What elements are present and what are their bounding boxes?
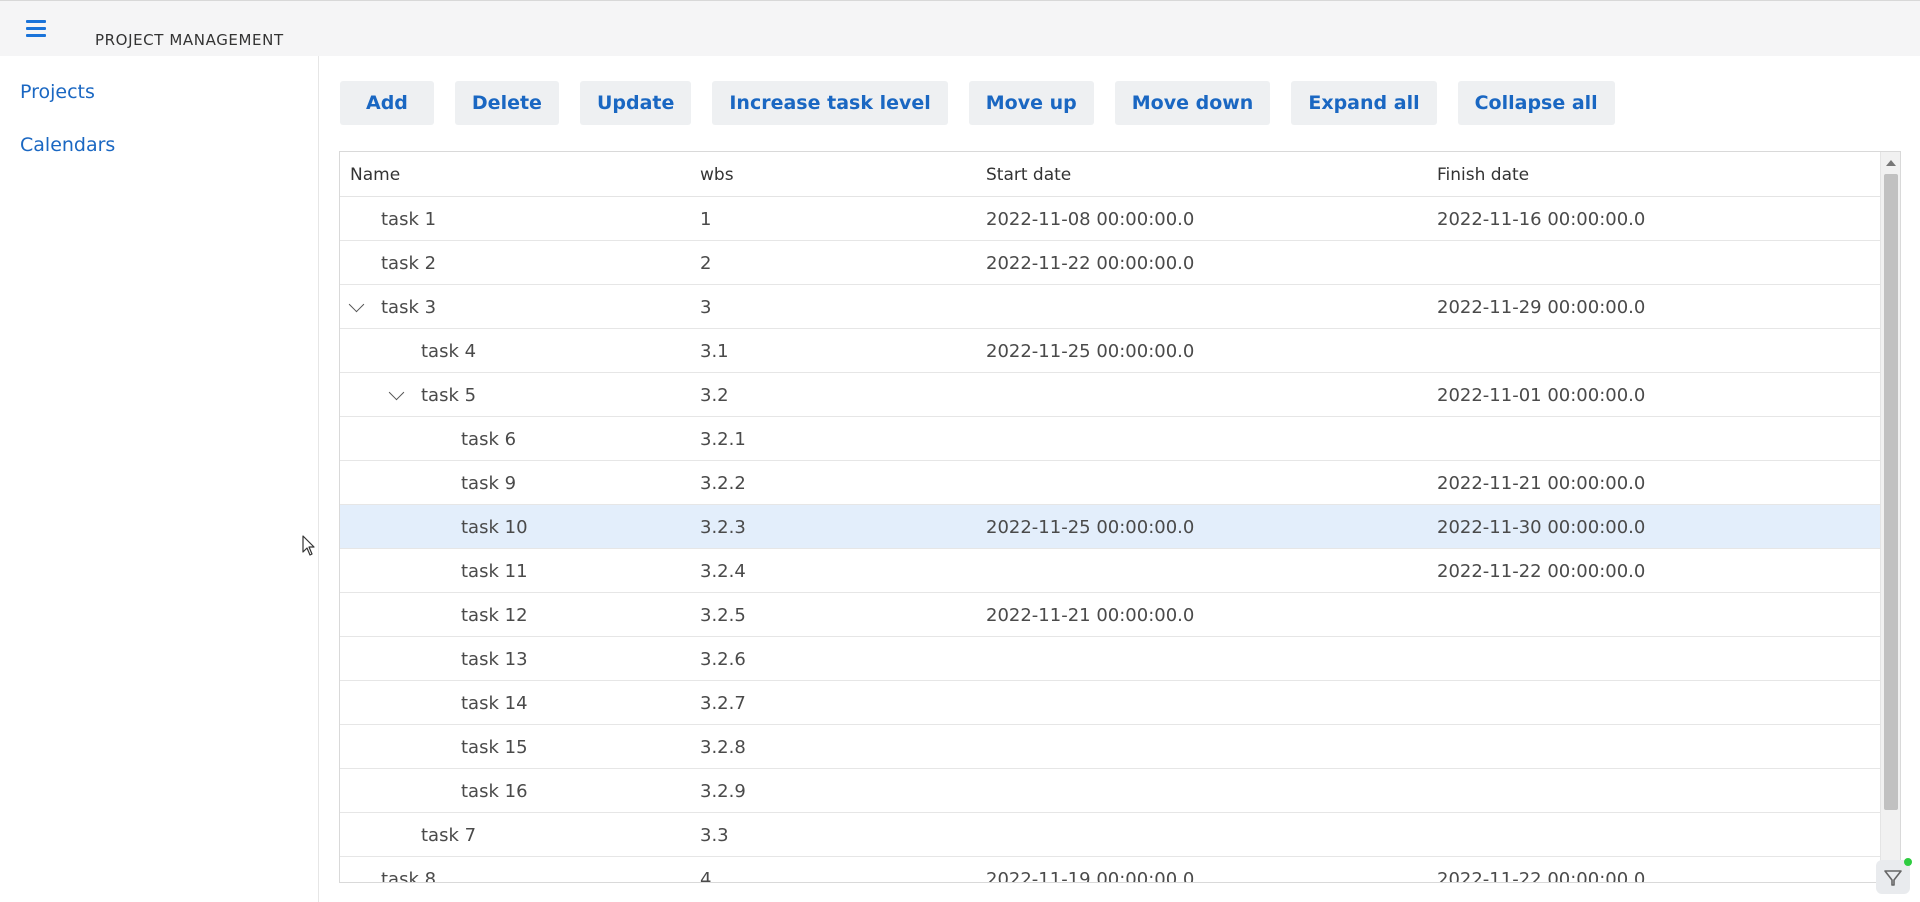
cell-wbs: 3.2 [700,385,729,406]
cell-wbs: 3.2.6 [700,649,746,670]
app-title: PROJECT MANAGEMENT [95,31,284,49]
cell-start-date: 2022-11-25 00:00:00.0 [986,341,1195,362]
cell-name: task 15 [461,737,528,758]
cell-wbs: 3.2.9 [700,781,746,802]
column-header-wbs[interactable]: wbs [700,165,734,185]
cell-finish-date: 2022-11-22 00:00:00.0 [1437,561,1646,582]
expand-all-button[interactable]: Expand all [1291,81,1437,125]
update-button[interactable]: Update [579,81,692,125]
cell-finish-date: 2022-11-30 00:00:00.0 [1437,517,1646,538]
cell-name: task 3 [381,297,437,318]
online-status-dot [1904,858,1912,866]
cell-start-date: 2022-11-22 00:00:00.0 [986,253,1195,274]
hamburger-menu-icon[interactable] [24,17,50,39]
table-row[interactable]: task 11 3.2.4 2022-11-22 00:00:00.0 [340,549,1880,593]
cell-finish-date: 2022-11-16 00:00:00.0 [1437,209,1646,230]
add-button[interactable]: Add [340,81,434,125]
sidebar-item-projects[interactable]: Projects [20,81,95,103]
cell-wbs: 3.2.3 [700,517,746,538]
chevron-down-icon[interactable] [387,385,407,405]
delete-button[interactable]: Delete [454,81,559,125]
table-row[interactable]: task 13 3.2.6 [340,637,1880,681]
table-row[interactable]: task 16 3.2.9 [340,769,1880,813]
cell-start-date: 2022-11-21 00:00:00.0 [986,605,1195,626]
table-row[interactable]: task 2 2 2022-11-22 00:00:00.0 [340,241,1880,285]
sidebar: Projects Calendars [0,56,319,902]
mouse-pointer-icon [302,535,315,556]
cell-finish-date: 2022-11-21 00:00:00.0 [1437,473,1646,494]
cell-name: task 13 [461,649,528,670]
move-up-button[interactable]: Move up [968,81,1094,125]
table-row[interactable]: task 5 3.2 2022-11-01 00:00:00.0 [340,373,1880,417]
cell-name: task 8 [381,869,437,883]
column-header-name[interactable]: Name [350,165,400,185]
cell-wbs: 3.2.5 [700,605,746,626]
cell-name: task 12 [461,605,528,626]
table-row[interactable]: task 9 3.2.2 2022-11-21 00:00:00.0 [340,461,1880,505]
cell-start-date: 2022-11-08 00:00:00.0 [986,209,1195,230]
cell-name: task 1 [381,209,437,230]
cell-name: task 4 [421,341,477,362]
table-row[interactable]: task 3 3 2022-11-29 00:00:00.0 [340,285,1880,329]
toolbar: Add Delete Update Increase task level Mo… [340,81,1615,125]
cell-finish-date: 2022-11-22 00:00:00.0 [1437,869,1646,883]
cell-start-date: 2022-11-25 00:00:00.0 [986,517,1195,538]
cell-name: task 5 [421,385,477,406]
table-row[interactable]: task 4 3.1 2022-11-25 00:00:00.0 [340,329,1880,373]
cell-name: task 9 [461,473,517,494]
table-row[interactable]: task 7 3.3 [340,813,1880,857]
cell-wbs: 3.1 [700,341,729,362]
cell-wbs: 3.2.8 [700,737,746,758]
table-row[interactable]: task 6 3.2.1 [340,417,1880,461]
cell-wbs: 3.2.7 [700,693,746,714]
increase-task-level-button[interactable]: Increase task level [712,81,948,125]
cell-wbs: 4 [700,869,712,883]
cell-start-date: 2022-11-19 00:00:00.0 [986,869,1195,883]
cell-name: task 10 [461,517,528,538]
scrollbar-thumb[interactable] [1884,174,1898,810]
grid-rows: task 1 1 2022-11-08 00:00:00.0 2022-11-16 0… [340,197,1880,883]
vertical-scrollbar[interactable] [1880,152,1900,882]
cell-name: task 16 [461,781,528,802]
cell-wbs: 3.2.4 [700,561,746,582]
cell-name: task 7 [421,825,477,846]
cell-finish-date: 2022-11-01 00:00:00.0 [1437,385,1646,406]
table-row[interactable]: task 14 3.2.7 [340,681,1880,725]
cell-wbs: 2 [700,253,712,274]
column-header-start-date[interactable]: Start date [986,165,1071,185]
table-row[interactable]: task 10 3.2.3 2022-11-25 00:00:00.0 2022-11… [340,505,1880,549]
scroll-up-arrow-icon[interactable] [1886,160,1896,166]
cell-name: task 11 [461,561,528,582]
cell-wbs: 1 [700,209,712,230]
chat-widget-icon[interactable] [1876,858,1912,894]
cell-wbs: 3.2.2 [700,473,746,494]
table-row[interactable]: task 12 3.2.5 2022-11-21 00:00:00.0 [340,593,1880,637]
collapse-all-button[interactable]: Collapse all [1457,81,1615,125]
cell-name: task 6 [461,429,517,450]
cell-name: task 14 [461,693,528,714]
cell-wbs: 3 [700,297,712,318]
task-tree-grid: Name wbs Start date Finish date task 112… [339,151,1901,883]
chevron-down-icon[interactable] [347,297,367,317]
cell-wbs: 3.3 [700,825,729,846]
cell-wbs: 3.2.1 [700,429,746,450]
table-row[interactable]: task 8 4 2022-11-19 00:00:00.0 2022-11-22 0… [340,857,1880,883]
column-header-finish-date[interactable]: Finish date [1437,165,1529,185]
grid-header: Name wbs Start date Finish date [340,152,1880,197]
move-down-button[interactable]: Move down [1114,81,1271,125]
top-app-bar: PROJECT MANAGEMENT [0,0,1920,56]
sidebar-item-calendars[interactable]: Calendars [20,134,115,156]
table-row[interactable]: task 1 1 2022-11-08 00:00:00.0 2022-11-16 0… [340,197,1880,241]
cell-name: task 2 [381,253,437,274]
table-row[interactable]: task 15 3.2.8 [340,725,1880,769]
cell-finish-date: 2022-11-29 00:00:00.0 [1437,297,1646,318]
